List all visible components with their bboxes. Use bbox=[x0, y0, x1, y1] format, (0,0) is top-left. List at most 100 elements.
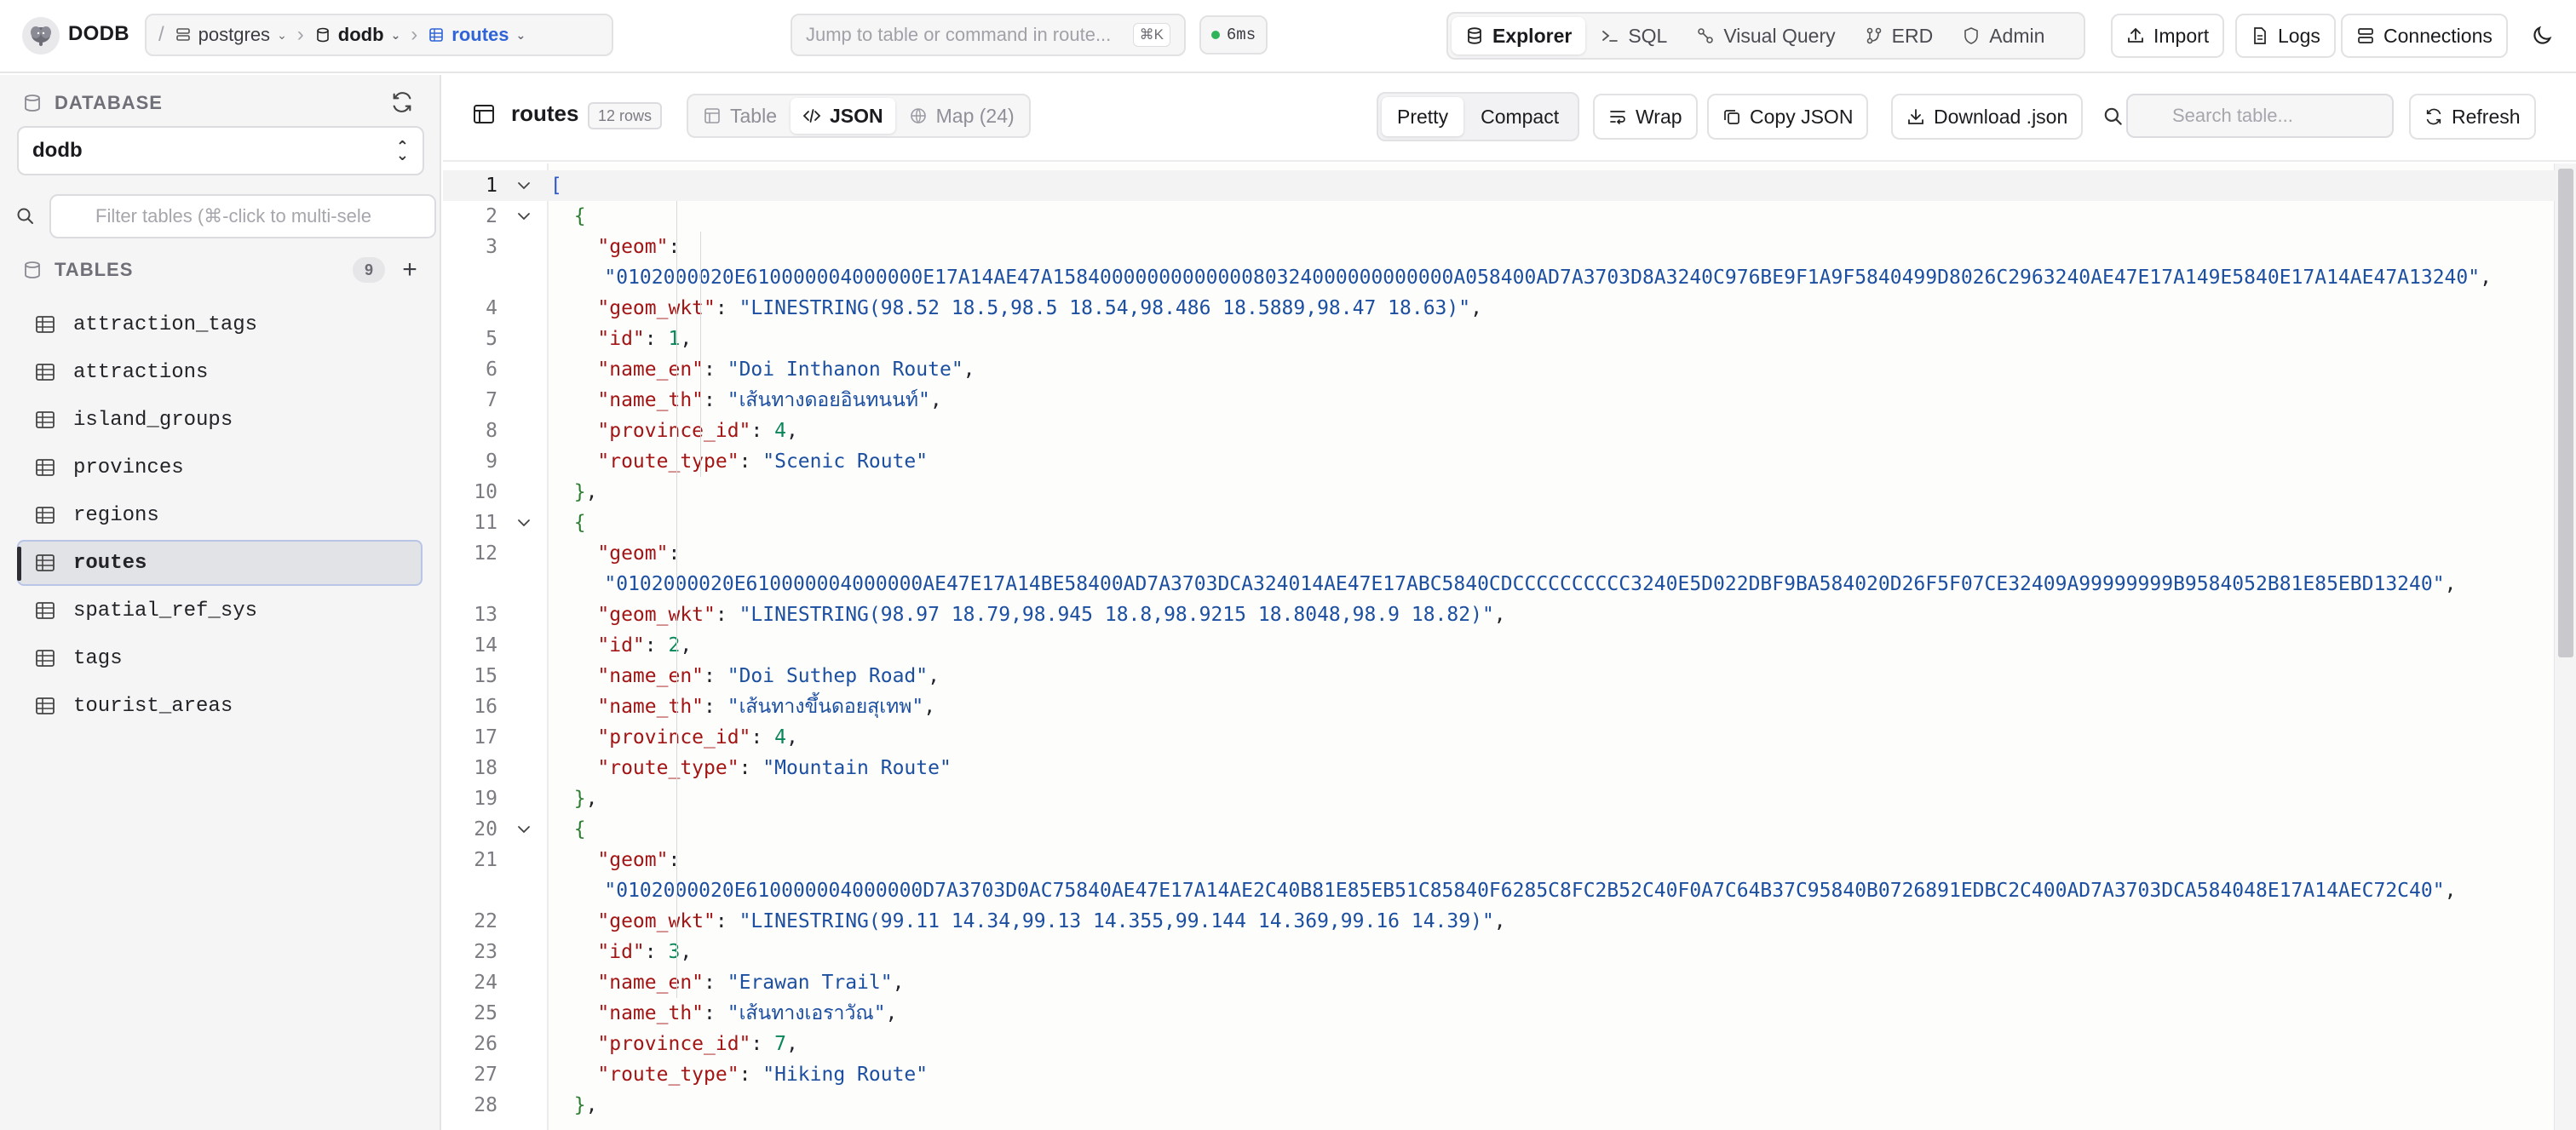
scrollbar-thumb[interactable] bbox=[2558, 169, 2573, 657]
sidebar-table-item[interactable]: spatial_ref_sys bbox=[17, 588, 423, 634]
sidebar-table-item[interactable]: attractions bbox=[17, 349, 423, 395]
database-select[interactable]: dodb ⌃ ⌄ bbox=[17, 126, 424, 175]
line-number: 24 bbox=[474, 972, 497, 994]
line-number: 18 bbox=[474, 757, 497, 779]
breadcrumb-separator: / bbox=[158, 23, 164, 46]
json-editor[interactable]: 1[2 {3 "geom": "0102000020E6100000040000… bbox=[443, 163, 2576, 1130]
line-number: 12 bbox=[474, 542, 497, 565]
table-icon bbox=[36, 507, 55, 524]
code-text: "name_en": "Doi Suthep Road", bbox=[597, 665, 940, 687]
filter-row: Filter tables (⌘-click to multi-sele bbox=[15, 194, 436, 238]
view-table-label: Table bbox=[730, 104, 777, 127]
table-icon bbox=[429, 28, 444, 42]
fold-toggle[interactable] bbox=[504, 207, 543, 226]
view-json-tab[interactable]: JSON bbox=[790, 98, 895, 134]
fold-chevron-icon[interactable] bbox=[515, 820, 533, 839]
command-search[interactable]: Jump to table or command in route... ⌘K bbox=[791, 14, 1186, 56]
globe-icon bbox=[910, 108, 926, 123]
import-button[interactable]: Import bbox=[2111, 14, 2225, 58]
latency-value: 6ms bbox=[1226, 26, 1256, 44]
code-line: 2 { bbox=[443, 201, 2556, 232]
app-logo[interactable] bbox=[22, 17, 60, 54]
pretty-button[interactable]: Pretty bbox=[1382, 97, 1464, 136]
code-text: { bbox=[573, 205, 586, 227]
filter-tables-input[interactable]: Filter tables (⌘-click to multi-sele bbox=[49, 194, 436, 238]
code-line: 24 "name_en": "Erawan Trail", bbox=[443, 967, 2556, 998]
fold-toggle[interactable] bbox=[504, 820, 543, 839]
table-title: routes bbox=[472, 100, 578, 127]
fold-toggle[interactable] bbox=[504, 176, 543, 195]
download-json-button[interactable]: Download .json bbox=[1891, 94, 2084, 140]
sidebar-table-item[interactable]: routes bbox=[17, 540, 423, 586]
sidebar-table-item[interactable]: tourist_areas bbox=[17, 683, 423, 729]
fold-chevron-icon[interactable] bbox=[515, 207, 533, 226]
line-number: 5 bbox=[486, 328, 497, 350]
sidebar-table-item[interactable]: tags bbox=[17, 635, 423, 681]
sidebar-table-item[interactable]: regions bbox=[17, 492, 423, 538]
sidebar-table-item[interactable]: island_groups bbox=[17, 397, 423, 443]
search-icon bbox=[17, 208, 33, 224]
database-icon bbox=[316, 27, 329, 43]
refresh-button[interactable]: Refresh bbox=[2409, 94, 2536, 140]
tab-sql[interactable]: SQL bbox=[1587, 17, 1681, 54]
connections-button[interactable]: Connections bbox=[2341, 14, 2508, 58]
breadcrumb-server[interactable]: postgres ⌄ bbox=[175, 24, 287, 46]
code-text: [ bbox=[550, 175, 562, 197]
line-number: 21 bbox=[474, 849, 497, 871]
refresh-icon[interactable] bbox=[390, 90, 414, 114]
format-toggle: Pretty Compact bbox=[1377, 92, 1580, 141]
wrap-text-icon bbox=[1610, 111, 1625, 124]
breadcrumb-separator: › bbox=[296, 23, 304, 46]
code-text: "name_th": "เส้นทางขึ้นดอยสุเทพ", bbox=[597, 696, 936, 718]
table-icon bbox=[36, 697, 55, 714]
fold-chevron-icon[interactable] bbox=[515, 513, 533, 532]
code-text: "route_type": "Mountain Route" bbox=[597, 757, 952, 779]
tab-erd[interactable]: ERD bbox=[1851, 17, 1947, 54]
vertical-scrollbar[interactable] bbox=[2554, 163, 2576, 1130]
table-icon bbox=[36, 316, 55, 333]
app-brand: DODB bbox=[68, 22, 129, 45]
copy-json-button[interactable]: Copy JSON bbox=[1707, 94, 1869, 140]
sidebar-table-item[interactable]: attraction_tags bbox=[17, 301, 423, 347]
code-line: 28 }, bbox=[443, 1090, 2556, 1121]
view-map-tab[interactable]: Map (24) bbox=[897, 98, 1026, 134]
add-table-icon[interactable]: + bbox=[397, 255, 423, 284]
breadcrumb-database-label: dodb bbox=[337, 24, 384, 45]
fold-chevron-icon[interactable] bbox=[515, 176, 533, 195]
code-line: 13 "geom_wkt": "LINESTRING(98.97 18.79,9… bbox=[443, 599, 2556, 630]
tab-admin[interactable]: Admin bbox=[1948, 17, 2058, 54]
code-text: "id": 1, bbox=[597, 328, 693, 350]
table-icon bbox=[36, 554, 55, 571]
code-line: 26 "province_id": 7, bbox=[443, 1029, 2556, 1059]
code-text: "province_id": 7, bbox=[597, 1033, 798, 1055]
code-line: 20 { bbox=[443, 814, 2556, 845]
breadcrumb-database[interactable]: dodb ⌄ bbox=[314, 24, 400, 46]
elephant-icon bbox=[31, 26, 51, 46]
breadcrumb-table[interactable]: routes ⌄ bbox=[428, 24, 526, 46]
tab-visual-query[interactable]: Visual Query bbox=[1682, 17, 1849, 54]
compact-button[interactable]: Compact bbox=[1465, 97, 1574, 136]
line-number: 23 bbox=[474, 941, 497, 963]
refresh-icon bbox=[2426, 108, 2441, 125]
code-line: 5 "id": 1, bbox=[443, 324, 2556, 354]
code-text: }, bbox=[573, 1094, 598, 1116]
logs-button[interactable]: Logs bbox=[2235, 14, 2336, 58]
code-text: "geom": bbox=[597, 849, 681, 871]
tab-explorer[interactable]: Explorer bbox=[1452, 17, 1586, 54]
wrap-button[interactable]: Wrap bbox=[1593, 94, 1698, 140]
code-line: 14 "id": 2, bbox=[443, 630, 2556, 661]
server-icon bbox=[2358, 28, 2373, 43]
fold-toggle[interactable] bbox=[504, 513, 543, 532]
code-text: "name_th": "เส้นทางเอราวัณ", bbox=[597, 1002, 898, 1024]
view-table-tab[interactable]: Table bbox=[691, 98, 789, 134]
code-text: { bbox=[573, 818, 586, 840]
code-text: "geom_wkt": "LINESTRING(99.11 14.34,99.1… bbox=[597, 910, 1506, 932]
shortcut-hint: ⌘K bbox=[1132, 23, 1170, 47]
line-number: 27 bbox=[474, 1064, 497, 1086]
theme-toggle[interactable] bbox=[2527, 20, 2557, 51]
line-number: 25 bbox=[474, 1002, 497, 1024]
search-table-input[interactable]: Search table... bbox=[2126, 94, 2394, 138]
sidebar-table-item[interactable]: provinces bbox=[17, 445, 423, 490]
line-number: 1 bbox=[486, 175, 497, 197]
line-number: 17 bbox=[474, 726, 497, 749]
